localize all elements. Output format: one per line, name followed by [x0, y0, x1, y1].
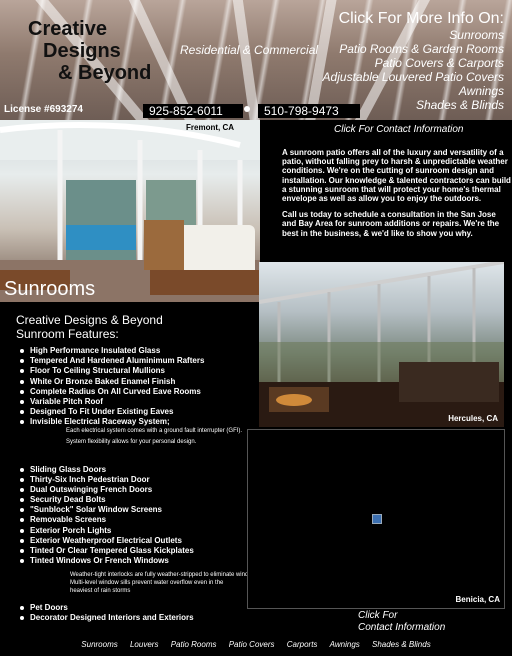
photo-caption-fremont: Fremont, CA: [186, 123, 234, 132]
license-number: License #693274: [4, 104, 83, 115]
logo-line-3: & Beyond: [58, 62, 152, 84]
list-item: High Performance Insulated Glass: [20, 346, 204, 356]
contact-info-link[interactable]: Click For Contact Information: [334, 124, 464, 135]
broken-image-icon: [372, 514, 382, 524]
list-item: Thirty-Six Inch Pedestrian Door: [20, 475, 194, 485]
features-list-1: High Performance Insulated Glass Tempere…: [20, 346, 204, 428]
nav-link-patio-rooms[interactable]: Patio Rooms & Garden Rooms: [323, 42, 504, 56]
footer-link-patio-covers[interactable]: Patio Covers: [229, 640, 275, 649]
list-item: Complete Radius On All Curved Eave Rooms: [20, 387, 204, 397]
list-item: Tempered And Hardened Aluminimum Rafters: [20, 356, 204, 366]
tagline: Residential & Commercial: [180, 43, 319, 57]
footer-nav: Sunrooms Louvers Patio Rooms Patio Cover…: [0, 640, 512, 649]
intro-text: A sunroom patio offers all of the luxury…: [282, 148, 512, 245]
sunroom-interior-illustration: [259, 262, 504, 427]
list-item: Floor To Ceiling Structural Mullions: [20, 366, 204, 376]
list-item: Pet Doors: [20, 603, 194, 613]
company-logo[interactable]: Creative Designs & Beyond: [28, 18, 151, 84]
sunroom-illustration: [0, 120, 260, 302]
more-info-title: Click For More Info On:: [338, 10, 504, 27]
section-title-sunrooms: Sunrooms: [4, 278, 96, 300]
nav-link-awnings[interactable]: Awnings: [323, 84, 504, 98]
sunroom-photo-benicia: Benicia, CA: [247, 429, 505, 609]
footer-link-patio-rooms[interactable]: Patio Rooms: [171, 640, 217, 649]
list-item: Designed To Fit Under Existing Eaves: [20, 407, 204, 417]
list-item: Tinted Windows Or French Windows: [20, 556, 194, 566]
list-item: Tinted Or Clear Tempered Glass Kickplate…: [20, 546, 194, 556]
sunroom-photo-hercules: Hercules, CA: [259, 262, 504, 427]
header-banner: Creative Designs & Beyond Residential & …: [0, 0, 512, 120]
nav-link-sunrooms[interactable]: Sunrooms: [323, 28, 504, 42]
features-list-2: Sliding Glass Doors Thirty-Six Inch Pede…: [20, 465, 194, 566]
features-list-3: Pet Doors Decorator Designed Interiors a…: [20, 603, 194, 623]
features-heading-line-1: Creative Designs & Beyond: [16, 313, 163, 327]
list-item: "Sunblock" Solar Window Screens: [20, 505, 194, 515]
list-item: Removable Screens: [20, 515, 194, 525]
intro-paragraph-1: A sunroom patio offers all of the luxury…: [282, 148, 511, 204]
list-item: Exterior Weatherproof Electrical Outlets: [20, 536, 194, 546]
footer-link-shades-blinds[interactable]: Shades & Blinds: [372, 640, 431, 649]
list-item: Sliding Glass Doors: [20, 465, 194, 475]
footer-link-sunrooms[interactable]: Sunrooms: [81, 640, 117, 649]
list-item: White Or Bronze Baked Enamel Finish: [20, 377, 204, 387]
note-line: System flexibility allows for your perso…: [66, 439, 197, 445]
footer-link-carports[interactable]: Carports: [287, 640, 318, 649]
nav-link-patio-covers[interactable]: Patio Covers & Carports: [323, 56, 504, 70]
features-heading: Creative Designs & Beyond Sunroom Featur…: [16, 313, 163, 341]
contact-link-line-1: Click For: [358, 610, 398, 621]
list-item: Exterior Porch Lights: [20, 526, 194, 536]
features-heading-line-2: Sunroom Features:: [16, 327, 119, 341]
separator-dot: [244, 106, 250, 112]
electrical-note: Each electrical system comes with a grou…: [66, 427, 246, 449]
phone-number-2[interactable]: 510-798-9473: [258, 104, 360, 118]
sunroom-photo-fremont: Fremont, CA Sunrooms: [0, 120, 260, 302]
footer-link-louvers[interactable]: Louvers: [130, 640, 158, 649]
contact-info-link-bottom[interactable]: Click For Contact Information: [358, 610, 445, 634]
intro-paragraph-2: Call us today to schedule a consultation…: [282, 210, 500, 238]
contact-link-line-2: Contact Information: [358, 622, 446, 633]
photo-caption-benicia: Benicia, CA: [455, 595, 500, 604]
list-item: Security Dead Bolts: [20, 495, 194, 505]
more-info-nav: Click For More Info On: Sunrooms Patio R…: [323, 10, 504, 112]
list-item: Dual Outswinging French Doors: [20, 485, 194, 495]
nav-link-louvered-covers[interactable]: Adjustable Louvered Patio Covers: [323, 70, 504, 84]
logo-line-1: Creative: [28, 18, 107, 40]
photo-caption-hercules: Hercules, CA: [448, 414, 498, 423]
footer-link-awnings[interactable]: Awnings: [330, 640, 360, 649]
logo-line-2: Designs: [43, 40, 121, 62]
phone-number-1[interactable]: 925-852-6011: [143, 104, 243, 118]
note-line: Each electrical system comes with a grou…: [66, 428, 243, 434]
list-item: Decorator Designed Interiors and Exterio…: [20, 613, 194, 623]
list-item: Variable Pitch Roof: [20, 397, 204, 407]
